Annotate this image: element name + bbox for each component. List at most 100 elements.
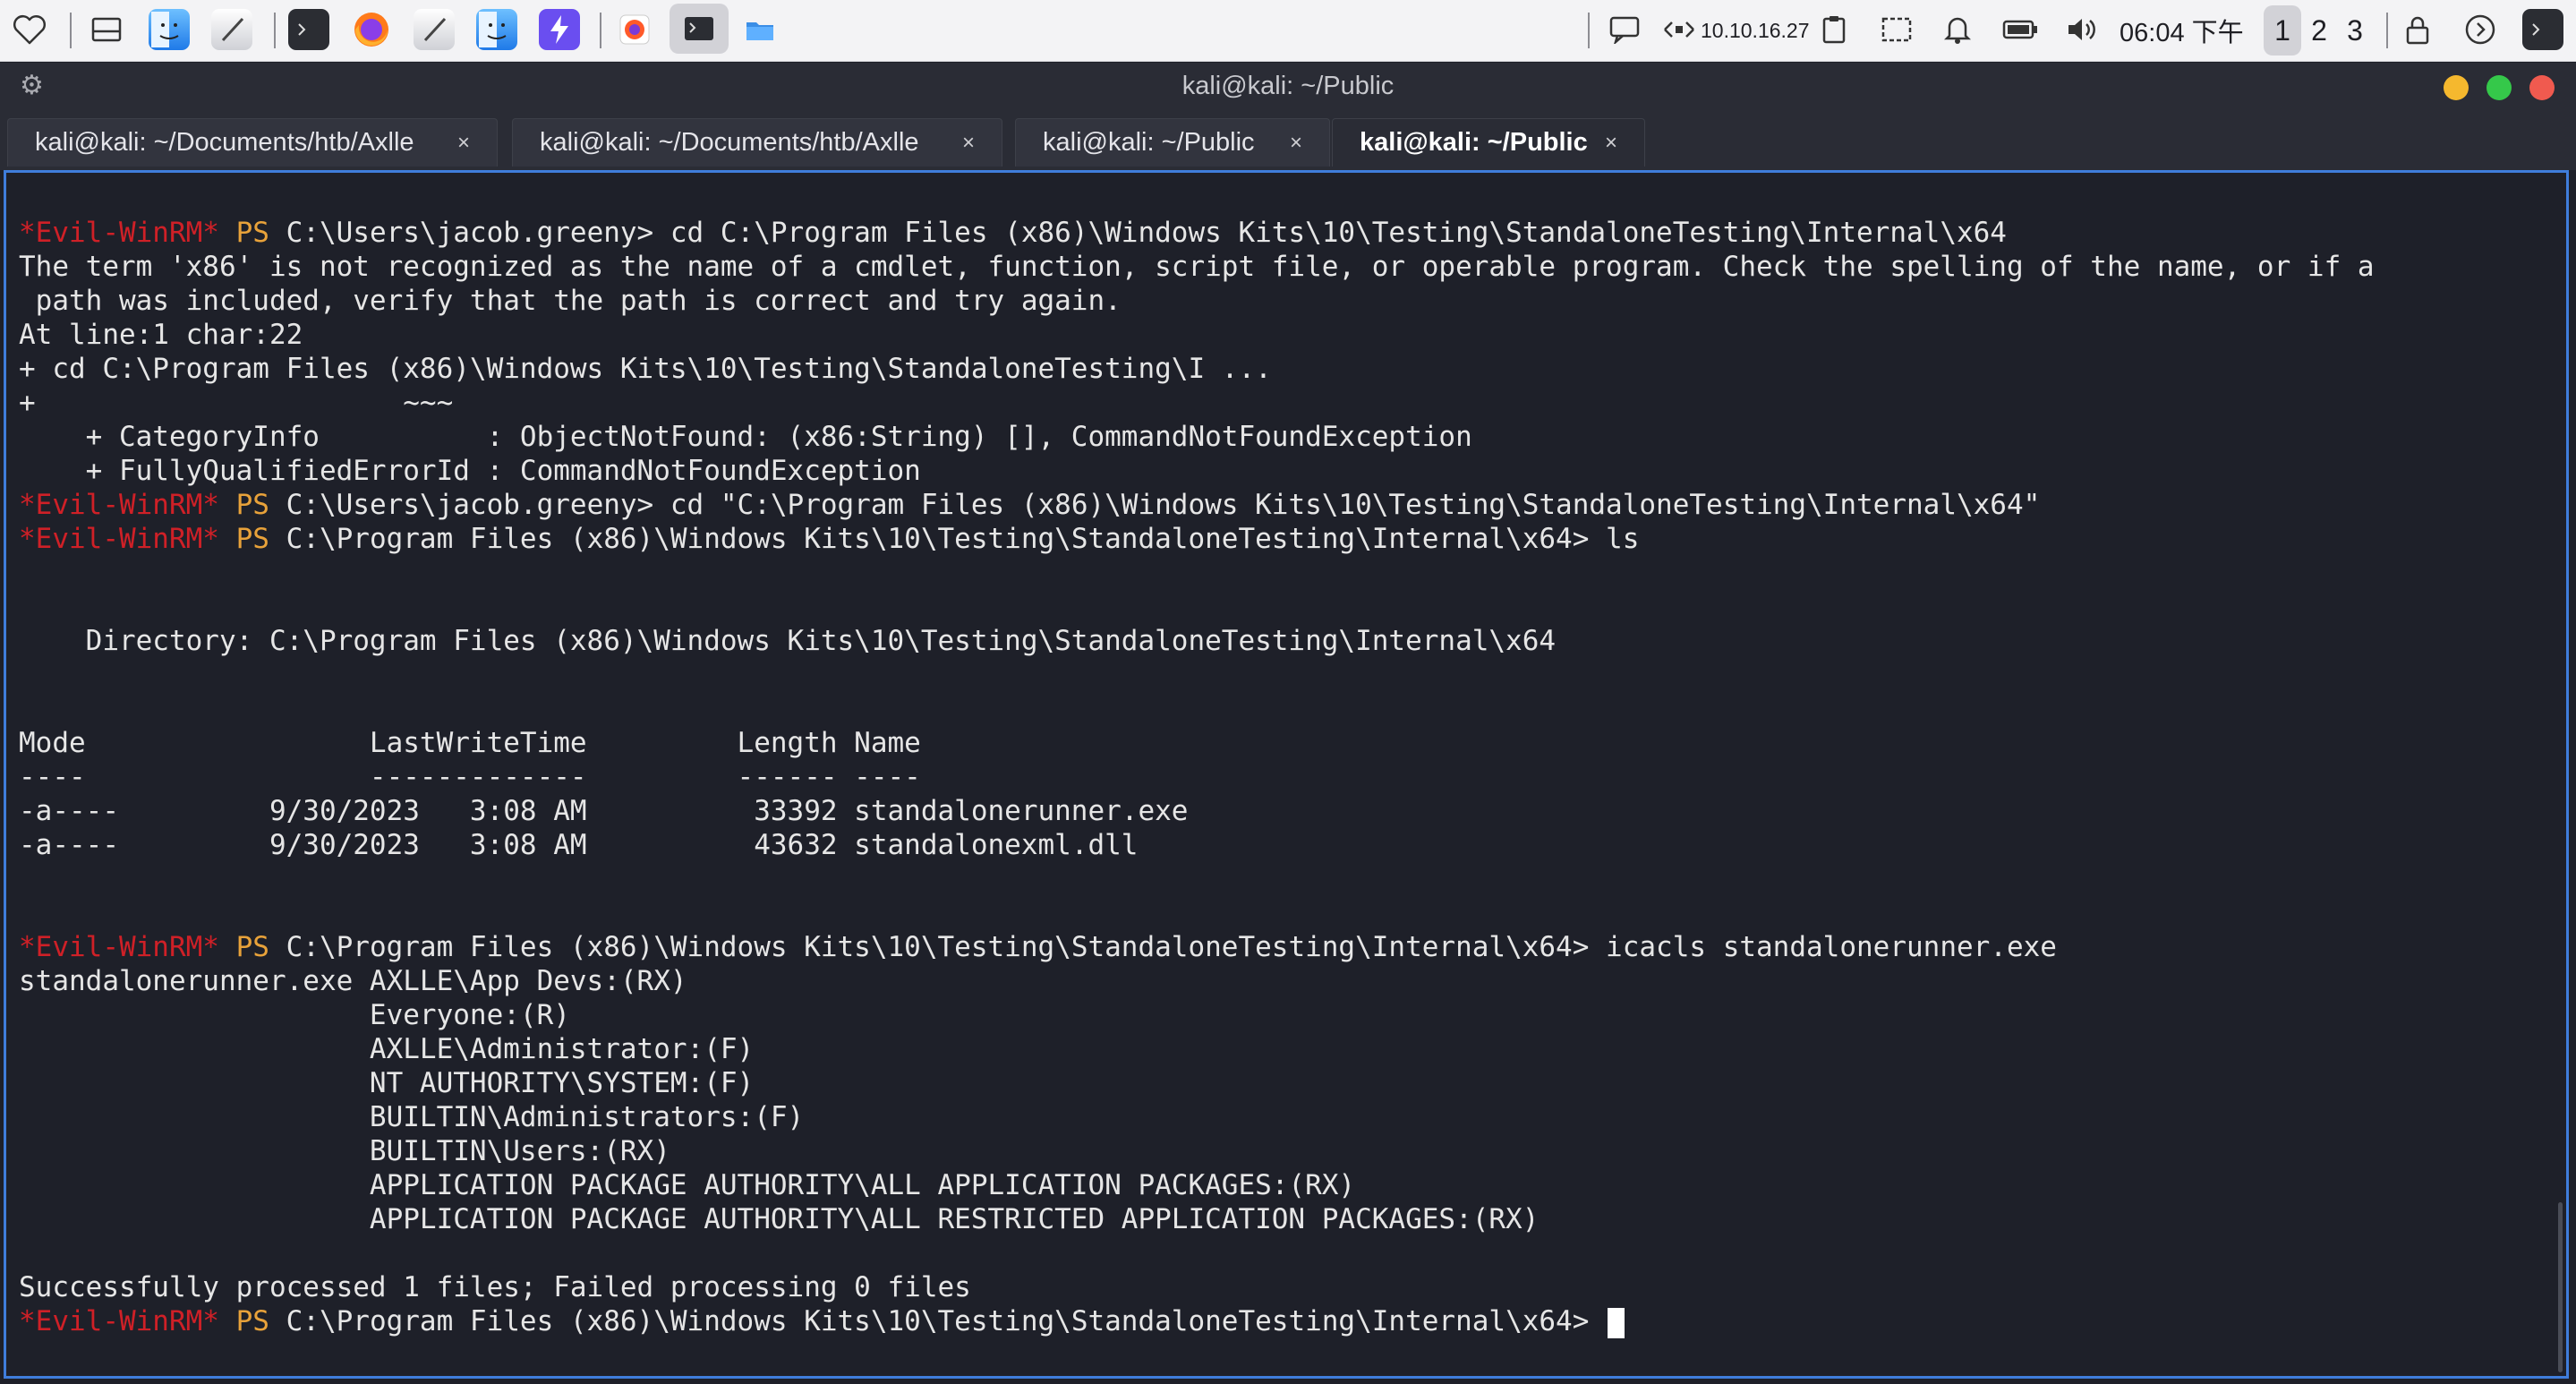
output-text: path was included, verify that the path … xyxy=(19,285,1122,317)
output-line: -a---- 9/30/2023 3:08 AM 43632 standalon… xyxy=(19,828,2539,862)
prompt-line: *Evil-WinRM* PS C:\Program Files (x86)\W… xyxy=(19,522,2539,556)
output-text: standalonerunner.exe AXLLE\App Devs:(RX) xyxy=(19,965,687,997)
prompt-line: *Evil-WinRM* PS C:\Program Files (x86)\W… xyxy=(19,930,2539,964)
terminal-output[interactable]: *Evil-WinRM* PS C:\Users\jacob.greeny> c… xyxy=(4,170,2569,1379)
output-text: APPLICATION PACKAGE AUTHORITY\ALL RESTRI… xyxy=(19,1203,1540,1235)
terminal-icon[interactable] xyxy=(2522,9,2563,50)
tab-bar: kali@kali: ~/Documents/htb/Axlle × kali@… xyxy=(0,113,2576,170)
output-line: Directory: C:\Program Files (x86)\Window… xyxy=(19,624,2539,658)
output-text: + FullyQualifiedErrorId : CommandNotFoun… xyxy=(19,455,921,487)
minimize-button[interactable] xyxy=(2444,75,2469,100)
tab-label: kali@kali: ~/Documents/htb/Axlle xyxy=(540,128,919,157)
tab-2[interactable]: kali@kali: ~/Documents/htb/Axlle × xyxy=(512,118,1002,167)
scrollbar[interactable] xyxy=(2558,1202,2563,1372)
window-title: kali@kali: ~/Public xyxy=(1181,72,1395,100)
network-ip: 10.10.16.27 xyxy=(1701,18,1810,42)
output-text: APPLICATION PACKAGE AUTHORITY\ALL APPLIC… xyxy=(19,1169,1356,1201)
text-editor-icon[interactable] xyxy=(414,9,455,50)
prompt-line: *Evil-WinRM* PS C:\Program Files (x86)\W… xyxy=(19,1304,2539,1338)
output-line: + cd C:\Program Files (x86)\Windows Kits… xyxy=(19,352,2539,386)
close-button[interactable] xyxy=(2529,75,2555,100)
terminal-icon[interactable] xyxy=(670,4,729,54)
output-line: At line:1 char:22 xyxy=(19,318,2539,352)
output-text: -a---- 9/30/2023 3:08 AM 43632 standalon… xyxy=(19,829,1139,861)
prompt-tag: *Evil-WinRM* xyxy=(19,931,219,963)
output-line: + FullyQualifiedErrorId : CommandNotFoun… xyxy=(19,454,2539,488)
output-line: NT AUTHORITY\SYSTEM:(F) xyxy=(19,1066,2539,1100)
firefox-icon[interactable] xyxy=(351,9,392,50)
system-top-bar: 10.10.16.27 06:04 下午 1 2 3 xyxy=(0,0,2576,62)
clock[interactable]: 06:04 下午 xyxy=(2120,13,2244,48)
tab-4-active[interactable]: kali@kali: ~/Public × xyxy=(1332,118,1645,167)
window-title-bar[interactable]: ⚙ kali@kali: ~/Public xyxy=(0,63,2576,113)
prompt-ps: PS xyxy=(218,931,286,963)
output-line: -a---- 9/30/2023 3:08 AM 33392 standalon… xyxy=(19,794,2539,828)
chat-icon[interactable] xyxy=(1604,9,1645,50)
output-text: The term 'x86' is not recognized as the … xyxy=(19,251,2375,283)
network-icon[interactable] xyxy=(1661,9,1697,50)
screenshot-icon[interactable] xyxy=(1876,9,1917,50)
prompt-tag: *Evil-WinRM* xyxy=(19,523,219,555)
battery-icon[interactable] xyxy=(2000,9,2041,50)
prompt-ps: PS xyxy=(218,489,286,521)
command-text: C:\Users\jacob.greeny> cd C:\Program Fil… xyxy=(286,217,2007,249)
close-icon[interactable]: × xyxy=(1605,131,1617,156)
files-icon[interactable] xyxy=(86,9,127,50)
output-text: NT AUTHORITY\SYSTEM:(F) xyxy=(19,1067,755,1099)
output-text: Mode LastWriteTime Length Name xyxy=(19,727,921,759)
bell-icon[interactable] xyxy=(1937,9,1978,50)
close-icon[interactable]: × xyxy=(1290,131,1302,156)
close-icon[interactable]: × xyxy=(962,131,975,156)
prompt-line: *Evil-WinRM* PS C:\Users\jacob.greeny> c… xyxy=(19,216,2539,250)
output-line: ---- ------------- ------ ---- xyxy=(19,760,2539,794)
volume-icon[interactable] xyxy=(2062,9,2103,50)
output-line: + ~~~ xyxy=(19,386,2539,420)
output-line: path was included, verify that the path … xyxy=(19,284,2539,318)
tab-3[interactable]: kali@kali: ~/Public × xyxy=(1015,118,1330,167)
output-line: BUILTIN\Users:(RX) xyxy=(19,1134,2539,1168)
output-text: Successfully processed 1 files; Failed p… xyxy=(19,1271,971,1303)
finder-icon[interactable] xyxy=(476,9,517,50)
maximize-button[interactable] xyxy=(2486,75,2512,100)
output-line: Everyone:(R) xyxy=(19,998,2539,1032)
heart-icon[interactable] xyxy=(9,9,50,50)
separator xyxy=(70,13,72,48)
terminal-icon[interactable] xyxy=(288,9,329,50)
text-editor-icon[interactable] xyxy=(211,9,252,50)
prompt-ps: PS xyxy=(218,1305,286,1337)
output-line: Mode LastWriteTime Length Name xyxy=(19,726,2539,760)
finder-icon[interactable] xyxy=(149,9,190,50)
output-text: -a---- 9/30/2023 3:08 AM 33392 standalon… xyxy=(19,795,1189,827)
workspace-3[interactable]: 3 xyxy=(2336,5,2374,56)
command-text: C:\Program Files (x86)\Windows Kits\10\T… xyxy=(286,1305,1607,1337)
tab-label: kali@kali: ~/Public xyxy=(1043,128,1255,157)
prompt-tag: *Evil-WinRM* xyxy=(19,1305,219,1337)
output-text: Directory: C:\Program Files (x86)\Window… xyxy=(19,625,1557,657)
command-text: C:\Users\jacob.greeny> cd "C:\Program Fi… xyxy=(286,489,2041,521)
folder-icon[interactable] xyxy=(739,9,780,50)
close-icon[interactable]: × xyxy=(457,131,470,156)
chevron-right-icon[interactable] xyxy=(2460,9,2501,50)
firefox-icon[interactable] xyxy=(614,9,655,50)
tab-label: kali@kali: ~/Public xyxy=(1360,128,1588,157)
output-text: ---- ------------- ------ ---- xyxy=(19,761,921,793)
tab-1[interactable]: kali@kali: ~/Documents/htb/Axlle × xyxy=(7,118,498,167)
lock-icon[interactable] xyxy=(2397,9,2438,50)
output-line: Successfully processed 1 files; Failed p… xyxy=(19,1270,2539,1304)
output-text: + ~~~ xyxy=(19,387,454,419)
workspace-2[interactable]: 2 xyxy=(2300,5,2338,56)
output-text: Everyone:(R) xyxy=(19,999,570,1031)
prompt-ps: PS xyxy=(218,523,286,555)
bolt-icon[interactable] xyxy=(539,9,580,50)
workspace-1[interactable]: 1 xyxy=(2264,5,2301,56)
prompt-ps: PS xyxy=(218,217,286,249)
clipboard-icon[interactable] xyxy=(1813,9,1855,50)
output-text: + cd C:\Program Files (x86)\Windows Kits… xyxy=(19,353,1272,385)
command-text: C:\Program Files (x86)\Windows Kits\10\T… xyxy=(286,931,2057,963)
output-text: BUILTIN\Administrators:(F) xyxy=(19,1101,805,1133)
